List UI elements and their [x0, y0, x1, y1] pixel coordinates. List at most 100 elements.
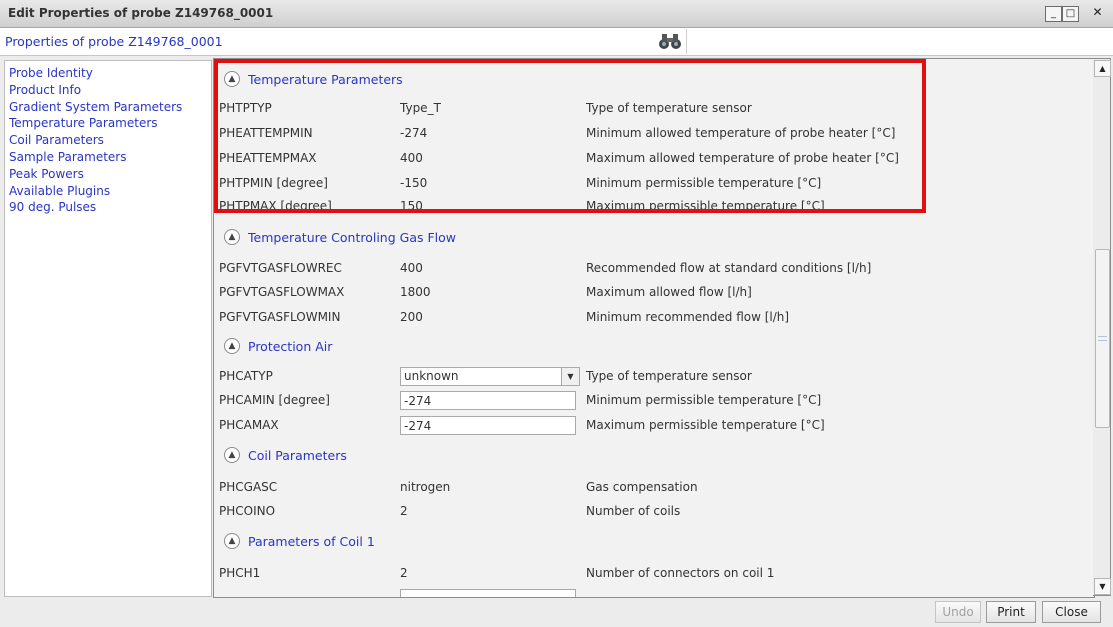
- close-window-button[interactable]: ✕: [1090, 6, 1105, 20]
- binoculars-icon[interactable]: [658, 31, 682, 51]
- collapse-icon[interactable]: ▲: [224, 71, 240, 87]
- param-name: PGFVTGASFLOWMAX: [219, 285, 345, 299]
- param-name: PHCATYP: [219, 369, 273, 383]
- param-name: PHEATTEMPMAX: [219, 151, 317, 165]
- param-description: Minimum allowed temperature of probe hea…: [586, 126, 896, 140]
- undo-button[interactable]: Undo: [935, 601, 981, 623]
- sidebar-item-peak-powers[interactable]: Peak Powers: [5, 166, 211, 183]
- param-name: PHCOINO: [219, 504, 276, 518]
- scroll-up-icon[interactable]: ▲: [1094, 60, 1111, 77]
- window-titlebar: Edit Properties of probe Z149768_0001 _ …: [0, 0, 1113, 28]
- properties-label: Properties of probe Z149768_0001: [5, 34, 223, 49]
- param-description: Number of coils: [586, 504, 681, 518]
- param-value: 400: [400, 261, 423, 275]
- sidebar-item-temperature[interactable]: Temperature Parameters: [5, 115, 211, 132]
- sidebar-item-product-info[interactable]: Product Info: [5, 82, 211, 99]
- maximize-button[interactable]: □: [1062, 6, 1079, 22]
- section-title: Parameters of Coil 1: [248, 533, 375, 549]
- param-value: 2: [400, 566, 408, 580]
- sidebar-item-coil[interactable]: Coil Parameters: [5, 132, 211, 149]
- table-row: PGFVTGASFLOWMIN 200 Minimum recommended …: [214, 308, 1094, 328]
- section-title: Protection Air: [248, 338, 333, 354]
- search-input[interactable]: [686, 29, 1112, 54]
- table-row: PHCAMAX -274 Maximum permissible tempera…: [214, 416, 1094, 436]
- param-name: PHCAMAX: [219, 418, 279, 432]
- collapse-icon[interactable]: ▲: [224, 338, 240, 354]
- param-description: Recommended flow at standard conditions …: [586, 261, 872, 275]
- param-description: Maximum allowed temperature of probe hea…: [586, 151, 899, 165]
- minimize-button[interactable]: _: [1045, 6, 1062, 22]
- param-description: Number of connectors on coil 1: [586, 566, 775, 580]
- param-description: Maximum allowed flow [l/h]: [586, 285, 752, 299]
- param-value: 150: [400, 199, 423, 213]
- sensor-type-select[interactable]: unknown ▼: [400, 367, 580, 386]
- param-description: Minimum permissible temperature [°C]: [586, 393, 822, 407]
- table-row: PHCOINO 2 Number of coils: [214, 502, 1094, 522]
- param-name: PHCAMIN [degree]: [219, 393, 330, 407]
- table-row: PHEATTEMPMAX 400 Maximum allowed tempera…: [214, 149, 1094, 169]
- param-description: Gas compensation: [586, 480, 698, 494]
- sidebar-item-90deg-pulses[interactable]: 90 deg. Pulses: [5, 199, 211, 216]
- param-value: 200: [400, 310, 423, 324]
- properties-header-bar: Properties of probe Z149768_0001: [0, 28, 1113, 56]
- scrollbar-thumb[interactable]: [1095, 249, 1110, 428]
- param-description: Minimum recommended flow [l/h]: [586, 310, 790, 324]
- section-header-temperature[interactable]: ▲ Temperature Parameters: [224, 69, 403, 89]
- properties-panel: ▲ Temperature Parameters PHTPTYP Type_T …: [213, 58, 1095, 598]
- table-row: PHCAMIN [degree] -274 Minimum permissibl…: [214, 391, 1094, 411]
- param-value: 2: [400, 504, 408, 518]
- collapse-icon[interactable]: ▲: [224, 229, 240, 245]
- section-title: Temperature Parameters: [248, 71, 403, 87]
- close-button[interactable]: Close: [1042, 601, 1101, 623]
- table-row: PHTPMAX [degree] 150 Maximum permissible…: [214, 197, 1094, 217]
- param-description: Maximum permissible temperature [°C]: [586, 199, 825, 213]
- param-value: Type_T: [400, 101, 441, 115]
- table-row: PHCH1 2 Number of connectors on coil 1: [214, 564, 1094, 584]
- camax-field[interactable]: -274: [400, 416, 576, 435]
- collapse-icon[interactable]: ▲: [224, 533, 240, 549]
- param-description: Type of temperature sensor: [586, 369, 752, 383]
- param-description: Maximum permissible temperature [°C]: [586, 418, 825, 432]
- partial-field[interactable]: [400, 589, 576, 597]
- select-value: unknown: [404, 369, 459, 383]
- table-row: PGFVTGASFLOWREC 400 Recommended flow at …: [214, 259, 1094, 279]
- param-value: nitrogen: [400, 480, 451, 494]
- param-value: 1800: [400, 285, 431, 299]
- param-value: -274: [400, 126, 428, 140]
- param-name: PHCH1: [219, 566, 261, 580]
- window-title: Edit Properties of probe Z149768_0001: [8, 6, 274, 20]
- scroll-down-icon[interactable]: ▼: [1094, 578, 1111, 595]
- section-header-coil-1[interactable]: ▲ Parameters of Coil 1: [224, 531, 375, 551]
- table-row: PGFVTGASFLOWMAX 1800 Maximum allowed flo…: [214, 283, 1094, 303]
- collapse-icon[interactable]: ▲: [224, 447, 240, 463]
- param-name: PGFVTGASFLOWMIN: [219, 310, 341, 324]
- sidebar-item-probe-identity[interactable]: Probe Identity: [5, 65, 211, 82]
- sidebar-item-gradient-system[interactable]: Gradient System Parameters: [5, 99, 211, 116]
- sidebar-navigation: Probe Identity Product Info Gradient Sys…: [4, 60, 212, 597]
- param-name: PHTPMIN [degree]: [219, 176, 328, 190]
- footer-bar: Undo Print Close: [0, 598, 1113, 627]
- param-description: Type of temperature sensor: [586, 101, 752, 115]
- param-name: PHTPTYP: [219, 101, 272, 115]
- sidebar-item-plugins[interactable]: Available Plugins: [5, 183, 211, 200]
- param-name: PGFVTGASFLOWREC: [219, 261, 342, 275]
- section-title: Temperature Controling Gas Flow: [248, 229, 457, 245]
- table-row: PHTPTYP Type_T Type of temperature senso…: [214, 99, 1094, 119]
- print-button[interactable]: Print: [986, 601, 1036, 623]
- section-header-gas-flow[interactable]: ▲ Temperature Controling Gas Flow: [224, 227, 456, 247]
- vertical-scrollbar[interactable]: ▲ ▼: [1093, 58, 1111, 596]
- section-header-coil[interactable]: ▲ Coil Parameters: [224, 445, 347, 465]
- param-value: 400: [400, 151, 423, 165]
- sidebar-item-sample[interactable]: Sample Parameters: [5, 149, 211, 166]
- table-row: PHCATYP unknown ▼ Type of temperature se…: [214, 367, 1094, 387]
- camin-field[interactable]: -274: [400, 391, 576, 410]
- param-name: PHCGASC: [219, 480, 278, 494]
- section-title: Coil Parameters: [248, 447, 347, 463]
- grip-icon: [1098, 336, 1107, 341]
- chevron-down-icon[interactable]: ▼: [561, 368, 579, 385]
- param-value: -150: [400, 176, 428, 190]
- section-header-protection-air[interactable]: ▲ Protection Air: [224, 336, 332, 356]
- param-name: PHEATTEMPMIN: [219, 126, 313, 140]
- table-row: PHEATTEMPMIN -274 Minimum allowed temper…: [214, 124, 1094, 144]
- table-row: PHCGASC nitrogen Gas compensation: [214, 478, 1094, 498]
